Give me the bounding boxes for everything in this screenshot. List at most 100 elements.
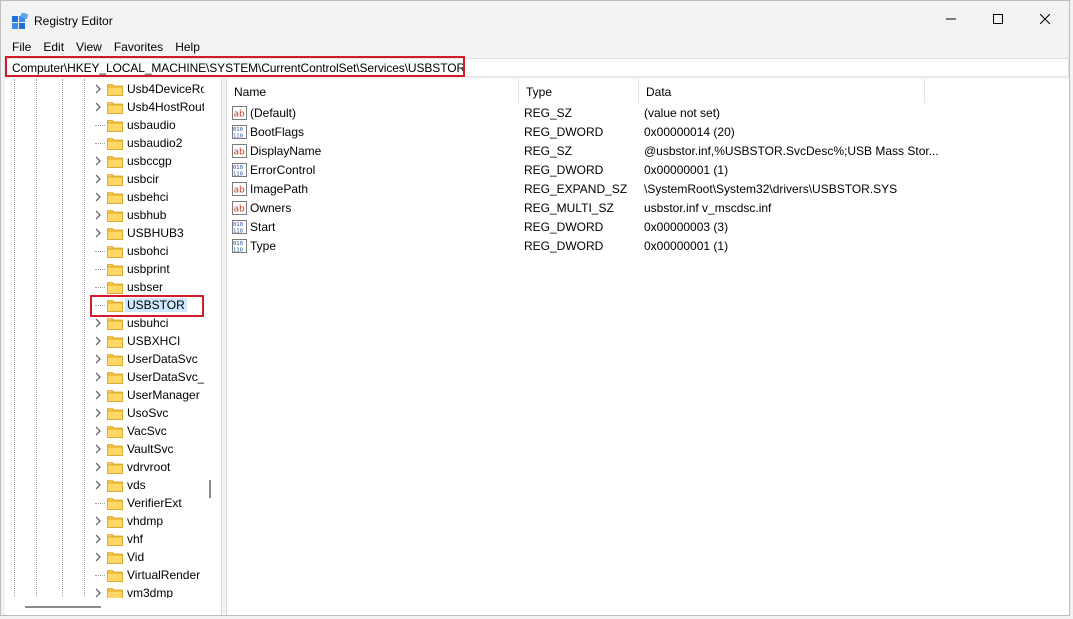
tree-item-label: Vid <box>127 550 145 564</box>
minimize-button[interactable] <box>928 1 974 37</box>
table-row[interactable]: ab Owners REG_MULTI_SZ usbstor.inf v_mscdsc… <box>227 199 1070 218</box>
svg-text:ab: ab <box>234 186 246 196</box>
tree-item[interactable]: usbccgp <box>93 152 221 170</box>
close-button[interactable] <box>1022 1 1068 37</box>
tree-item[interactable]: UsoSvc <box>93 404 221 422</box>
table-row[interactable]: ab (Default) REG_SZ (value not set) <box>227 104 1070 123</box>
chevron-right-icon[interactable] <box>93 588 103 598</box>
tree-item[interactable]: usbuhci <box>93 314 221 332</box>
folder-icon <box>107 552 123 564</box>
tree-item[interactable]: Vid <box>93 548 221 566</box>
address-path[interactable]: Computer\HKEY_LOCAL_MACHINE\SYSTEM\Curre… <box>12 61 465 75</box>
folder-icon <box>107 282 123 294</box>
binary-value-icon: 010110 <box>232 163 247 177</box>
tree-horizontal-scrollbar[interactable] <box>5 598 204 615</box>
tree-item[interactable]: usbaudio <box>93 116 221 134</box>
table-row[interactable]: 010 110 ErrorControl REG_DWORD 0x00000001 (1… <box>227 161 1070 180</box>
chevron-right-icon[interactable] <box>93 462 103 472</box>
tree-item-label: vhf <box>127 532 144 546</box>
column-header-type[interactable]: Type <box>519 79 639 103</box>
title-bar[interactable]: Registry Editor <box>1 1 1069 37</box>
registry-editor-window: Registry Editor File Edit View Favorites… <box>0 0 1070 616</box>
svg-text:ab: ab <box>234 148 246 158</box>
maximize-button[interactable] <box>975 1 1021 37</box>
tree-item[interactable]: usbprint <box>93 260 221 278</box>
value-name: Owners <box>250 201 292 215</box>
tree-item[interactable]: usbehci <box>93 188 221 206</box>
tree-horizontal-scroll-thumb[interactable] <box>25 606 101 608</box>
tree-item[interactable]: UserManager <box>93 386 221 404</box>
folder-icon <box>107 426 123 438</box>
menu-file[interactable]: File <box>1 38 31 56</box>
table-row[interactable]: 010 110 Type REG_DWORD 0x00000001 (1) <box>227 237 1070 256</box>
value-name: Type <box>250 239 277 253</box>
chevron-right-icon[interactable] <box>93 534 103 544</box>
tree-connector-line <box>95 305 105 306</box>
tree-vertical-scrollbar[interactable] <box>204 79 218 599</box>
menu-edit[interactable]: Edit <box>31 38 64 56</box>
tree-item[interactable]: USBHUB3 <box>93 224 221 242</box>
chevron-right-icon[interactable] <box>93 372 103 382</box>
tree-item[interactable]: vhf <box>93 530 221 548</box>
chevron-right-icon[interactable] <box>93 426 103 436</box>
minimize-icon <box>946 18 956 20</box>
address-bar[interactable]: Computer\HKEY_LOCAL_MACHINE\SYSTEM\Curre… <box>4 58 1069 77</box>
chevron-right-icon[interactable] <box>93 192 103 202</box>
chevron-right-icon[interactable] <box>93 318 103 328</box>
chevron-right-icon[interactable] <box>93 408 103 418</box>
table-row[interactable]: 010 110 BootFlags REG_DWORD 0x00000014 (20) <box>227 123 1070 142</box>
folder-icon <box>107 264 123 276</box>
tree-item[interactable]: usbser <box>93 278 221 296</box>
binary-value-icon: 010110 <box>232 125 247 139</box>
chevron-right-icon[interactable] <box>93 336 103 346</box>
menu-favorites[interactable]: Favorites <box>102 38 163 56</box>
chevron-right-icon[interactable] <box>93 354 103 364</box>
svg-text:ab: ab <box>234 110 246 120</box>
chevron-right-icon[interactable] <box>93 390 103 400</box>
menu-view[interactable]: View <box>64 38 102 56</box>
chevron-right-icon[interactable] <box>93 444 103 454</box>
table-row[interactable]: ab ImagePath REG_EXPAND_SZ \SystemRoot\Syst… <box>227 180 1070 199</box>
tree-item-label: USBSTOR <box>125 298 187 312</box>
table-row[interactable]: 010 110 Start REG_DWORD 0x00000003 (3) <box>227 218 1070 237</box>
tree-item[interactable]: usbaudio2 <box>93 134 221 152</box>
chevron-right-icon[interactable] <box>93 174 103 184</box>
folder-icon <box>107 120 123 132</box>
tree-item[interactable]: Usb4HostRout <box>93 98 221 116</box>
tree-item[interactable]: usbcir <box>93 170 221 188</box>
tree-item[interactable]: vdrvroot <box>93 458 221 476</box>
tree-item[interactable]: Usb4DeviceRo <box>93 80 221 98</box>
chevron-right-icon[interactable] <box>93 84 103 94</box>
tree-item[interactable]: VaultSvc <box>93 440 221 458</box>
folder-icon <box>107 390 123 402</box>
tree-item[interactable]: UserDataSvc <box>93 350 221 368</box>
chevron-right-icon[interactable] <box>93 102 103 112</box>
tree-item[interactable]: VacSvc <box>93 422 221 440</box>
table-row[interactable]: ab DisplayName REG_SZ @usbstor.inf,%USBSTOR… <box>227 142 1070 161</box>
chevron-right-icon[interactable] <box>93 228 103 238</box>
column-header-data[interactable]: Data <box>639 79 925 103</box>
chevron-right-icon[interactable] <box>93 156 103 166</box>
tree-item[interactable]: VirtualRender <box>93 566 221 584</box>
tree-item-label: usbhub <box>127 208 167 222</box>
key-tree-pane[interactable]: Usb4DeviceRo Usb4HostRout usbaudio usbaudio… <box>5 79 222 615</box>
tree-item[interactable]: UserDataSvc_4 <box>93 368 221 386</box>
string-value-icon: ab <box>232 182 247 196</box>
tree-item[interactable]: VerifierExt <box>93 494 221 512</box>
menu-bar: File Edit View Favorites Help <box>1 38 200 56</box>
tree-item[interactable]: USBXHCI <box>93 332 221 350</box>
tree-item-label: VacSvc <box>127 424 167 438</box>
tree-item[interactable]: usbohci <box>93 242 221 260</box>
tree-item[interactable]: USBSTOR <box>93 296 221 314</box>
menu-help[interactable]: Help <box>163 38 200 56</box>
tree-vertical-scroll-thumb[interactable] <box>209 480 211 498</box>
chevron-right-icon[interactable] <box>93 516 103 526</box>
values-list-pane[interactable]: Name Type Data ab (Default) REG_SZ (value n… <box>226 79 1069 615</box>
tree-item[interactable]: vds <box>93 476 221 494</box>
tree-item[interactable]: usbhub <box>93 206 221 224</box>
column-header-name[interactable]: Name <box>227 79 519 103</box>
chevron-right-icon[interactable] <box>93 552 103 562</box>
chevron-right-icon[interactable] <box>93 480 103 490</box>
chevron-right-icon[interactable] <box>93 210 103 220</box>
tree-item[interactable]: vhdmp <box>93 512 221 530</box>
